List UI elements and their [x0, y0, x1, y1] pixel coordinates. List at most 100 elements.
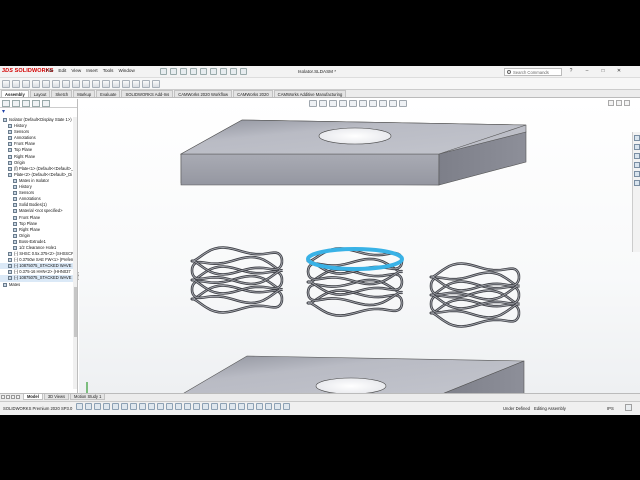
dock-icon-18[interactable] — [229, 403, 236, 410]
options-icon[interactable] — [240, 68, 247, 75]
undo-icon[interactable] — [210, 68, 217, 75]
insert-components-icon[interactable] — [2, 80, 10, 88]
dock-icon-20[interactable] — [247, 403, 254, 410]
dock-icon-15[interactable] — [202, 403, 209, 410]
bill-of-materials-icon[interactable] — [92, 80, 100, 88]
instant3d-icon[interactable] — [112, 80, 120, 88]
dock-icon-10[interactable] — [157, 403, 164, 410]
close-button[interactable]: ✕ — [614, 68, 624, 74]
take-snapshot-icon[interactable] — [132, 80, 140, 88]
tree-node-label: Material <not specified> — [19, 208, 63, 214]
menu-window[interactable]: Window — [118, 68, 134, 73]
feature-tree-tab-icon[interactable] — [2, 100, 10, 107]
new-motion-study-icon[interactable] — [82, 80, 90, 88]
dock-icon-3[interactable] — [94, 403, 101, 410]
graphics-area[interactable] — [79, 99, 640, 393]
reference-geometry-icon[interactable] — [72, 80, 80, 88]
property-manager-tab-icon[interactable] — [12, 100, 20, 107]
tab-motion-study[interactable]: Motion Study 1 — [70, 394, 106, 400]
update-speedpak-icon[interactable] — [122, 80, 130, 88]
dock-icon-19[interactable] — [238, 403, 245, 410]
dock-icon-11[interactable] — [166, 403, 173, 410]
dock-icon-21[interactable] — [256, 403, 263, 410]
dock-icon-17[interactable] — [220, 403, 227, 410]
tab-layout[interactable]: Layout — [29, 90, 51, 97]
large-assembly-mode-icon[interactable] — [142, 80, 150, 88]
tree-node-label: Right Plane — [14, 153, 36, 159]
tab-model[interactable]: Model — [23, 394, 43, 400]
move-component-icon[interactable] — [42, 80, 50, 88]
wave-spring-middle[interactable] — [306, 247, 404, 317]
units-selector[interactable]: IPS — [607, 406, 614, 411]
dock-icon-5[interactable] — [112, 403, 119, 410]
dock-icon-6[interactable] — [121, 403, 128, 410]
dock-icon-7[interactable] — [130, 403, 137, 410]
show-hidden-icon[interactable] — [52, 80, 60, 88]
prev-tab-icon[interactable] — [6, 395, 10, 399]
dock-icon-2[interactable] — [85, 403, 92, 410]
tab-sketch[interactable]: Sketch — [51, 90, 73, 97]
maximize-button[interactable]: □ — [598, 68, 608, 74]
home-icon[interactable] — [160, 68, 167, 75]
menu-insert[interactable]: Insert — [86, 68, 98, 73]
save-icon[interactable] — [190, 68, 197, 75]
dock-icon-16[interactable] — [211, 403, 218, 410]
wave-spring-right[interactable] — [429, 262, 521, 328]
interference-detection-icon[interactable] — [152, 80, 160, 88]
menu-file[interactable]: File — [46, 68, 53, 73]
next-tab-icon[interactable] — [11, 395, 15, 399]
dock-icon-1[interactable] — [76, 403, 83, 410]
dock-icon-23[interactable] — [274, 403, 281, 410]
display-manager-tab-icon[interactable] — [42, 100, 50, 107]
history-icon — [13, 185, 17, 190]
linear-pattern-icon[interactable] — [22, 80, 30, 88]
select-icon[interactable] — [220, 68, 227, 75]
filter-icon[interactable]: ▾ — [2, 109, 8, 115]
plate-top[interactable] — [179, 119, 527, 186]
scrollbar-thumb[interactable] — [73, 287, 77, 337]
exploded-view-icon[interactable] — [102, 80, 110, 88]
menu-tools[interactable]: Tools — [103, 68, 114, 73]
tab-evaluate[interactable]: Evaluate — [96, 90, 121, 97]
panel-scrollbar[interactable] — [73, 117, 77, 389]
coordinate-triad — [86, 382, 88, 393]
dock-icon-9[interactable] — [148, 403, 155, 410]
search-commands-input[interactable]: Search Commands — [504, 68, 562, 76]
smart-fasteners-icon[interactable] — [32, 80, 40, 88]
dock-icon-4[interactable] — [103, 403, 110, 410]
dimxpert-tab-icon[interactable] — [32, 100, 40, 107]
tab-camworks[interactable]: CAMWorks 2020 — [233, 90, 273, 97]
menu-view[interactable]: View — [71, 68, 81, 73]
tab-assembly[interactable]: Assembly — [1, 90, 29, 97]
tree-node[interactable]: Mates — [0, 282, 77, 288]
new-icon[interactable] — [170, 68, 177, 75]
dock-icon-13[interactable] — [184, 403, 191, 410]
dock-icon-22[interactable] — [265, 403, 272, 410]
assembly-features-icon[interactable] — [62, 80, 70, 88]
last-tab-icon[interactable] — [16, 395, 20, 399]
first-tab-icon[interactable] — [1, 395, 5, 399]
assembly-model[interactable] — [79, 99, 640, 393]
tab-3d-views[interactable]: 3D Views — [43, 394, 70, 400]
wave-spring-left[interactable] — [190, 246, 284, 314]
help-button[interactable]: ? — [566, 68, 576, 74]
plate-bottom[interactable] — [179, 355, 525, 393]
minimize-button[interactable]: – — [582, 68, 592, 74]
part-icon — [8, 270, 12, 275]
tab-camworks-workflow[interactable]: CAMWorks 2020 Workflow — [174, 90, 233, 97]
tab-camworks-additive[interactable]: CAMWorks Additive Manufacturing — [273, 90, 347, 97]
configuration-tab-icon[interactable] — [22, 100, 30, 107]
spring-coil — [190, 255, 283, 286]
menu-edit[interactable]: Edit — [58, 68, 66, 73]
tab-markup[interactable]: Markup — [73, 90, 96, 97]
print-icon[interactable] — [200, 68, 207, 75]
dock-icon-12[interactable] — [175, 403, 182, 410]
help-status-icon[interactable] — [625, 404, 632, 411]
rebuild-icon[interactable] — [230, 68, 237, 75]
open-icon[interactable] — [180, 68, 187, 75]
dock-icon-8[interactable] — [139, 403, 146, 410]
tab-addins[interactable]: SOLIDWORKS Add-Ins — [121, 90, 174, 97]
mate-icon[interactable] — [12, 80, 20, 88]
dock-icon-14[interactable] — [193, 403, 200, 410]
dock-icon-24[interactable] — [283, 403, 290, 410]
